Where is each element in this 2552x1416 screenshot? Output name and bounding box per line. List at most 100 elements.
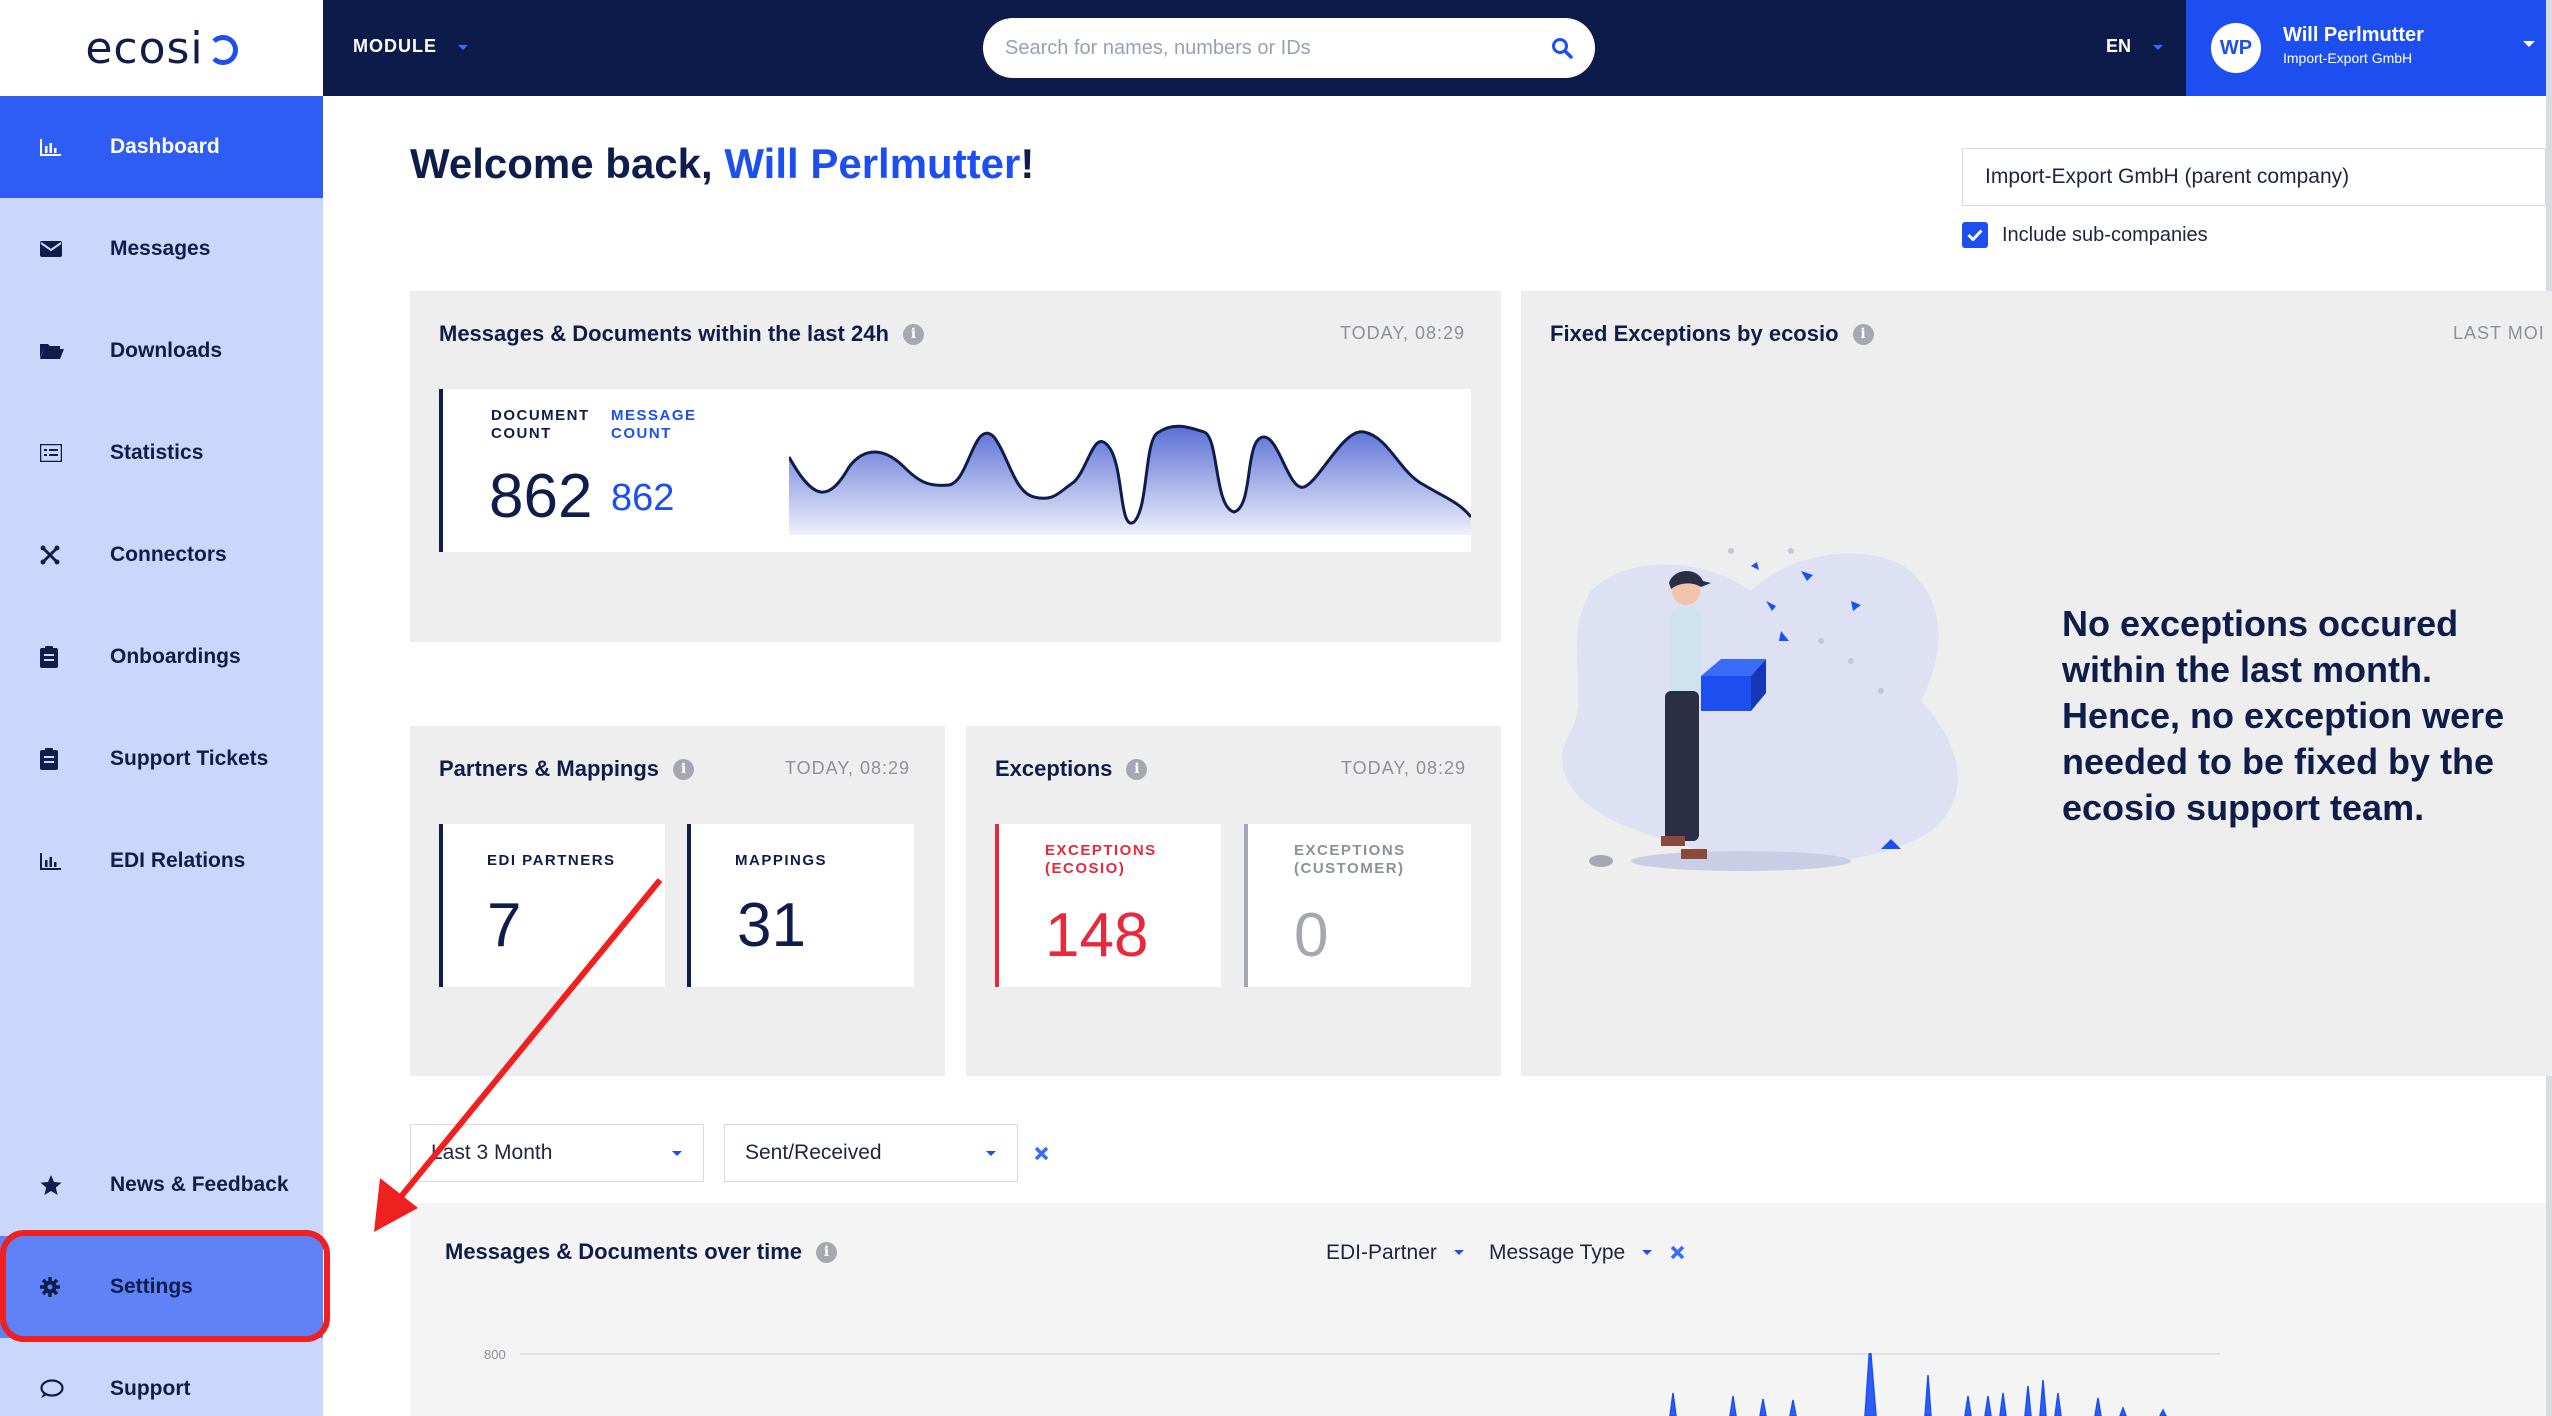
search-input[interactable]: Search for names, numbers or IDs	[1005, 37, 1551, 60]
envelope-icon	[0, 241, 110, 257]
info-icon[interactable]: i	[1852, 323, 1874, 345]
sidebar-item-label: Messages	[110, 237, 211, 260]
fixed-exceptions-card: Fixed Exceptions by ecosio i LAST MOI No …	[1521, 291, 2552, 1076]
card-title: Exceptions i	[995, 756, 1148, 782]
sidebar-item-support[interactable]: Support	[0, 1338, 323, 1416]
connector-icon	[0, 545, 110, 565]
card-timestamp: TODAY, 08:29	[785, 758, 911, 778]
checkbox-checked-icon[interactable]	[1962, 222, 1988, 248]
search-icon[interactable]	[1551, 37, 1573, 59]
sidebar-item-connectors[interactable]: Connectors	[0, 504, 323, 606]
avatar[interactable]: WP	[2211, 23, 2261, 73]
sparkline-24h	[789, 424, 1471, 535]
card-title: Partners & Mappings i	[439, 756, 695, 782]
card-timestamp: TODAY, 08:29	[1340, 323, 1466, 343]
sidebar-item-label: Support Tickets	[110, 747, 269, 770]
document-count-label: DOCUMENT COUNT	[491, 407, 590, 442]
info-icon[interactable]: i	[902, 323, 924, 345]
card-title: Fixed Exceptions by ecosio i	[1550, 321, 1874, 347]
info-icon[interactable]: i	[1126, 758, 1148, 780]
direction-dropdown[interactable]: Sent/Received	[724, 1124, 1018, 1182]
sidebar-item-dashboard[interactable]: Dashboard	[0, 96, 323, 198]
user-name: Will Perlmutter	[2283, 24, 2424, 46]
tile-accent-bar	[1244, 824, 1248, 987]
sidebar-item-edi-relations[interactable]: EDI Relations	[0, 810, 323, 912]
clipboard-icon	[0, 646, 110, 668]
clear-filters-icon[interactable]	[1034, 1146, 1049, 1161]
card-title: Messages & Documents within the last 24h…	[439, 321, 924, 347]
card-title: Messages & Documents over time i	[445, 1239, 838, 1265]
edi-partner-filter[interactable]: EDI-Partner	[1326, 1241, 1465, 1265]
person-with-box-illustration	[1562, 548, 1958, 871]
sidebar-item-news-feedback[interactable]: News & Feedback	[0, 1134, 323, 1236]
document-count-value: 862	[489, 462, 593, 531]
tile-accent-bar	[439, 389, 443, 552]
sidebar-item-label: Connectors	[110, 543, 227, 566]
sidebar-item-onboardings[interactable]: Onboardings	[0, 606, 323, 708]
page-title: Welcome back, Will Perlmutter!	[410, 140, 1035, 187]
sidebar: ecosi Dashboard Messages Downloads Stati…	[0, 0, 323, 1416]
chat-bubble-icon	[0, 1379, 110, 1399]
caret-down-icon	[1642, 1250, 1653, 1255]
sidebar-item-statistics[interactable]: Statistics	[0, 402, 323, 504]
message-count-tile: DOCUMENT COUNT MESSAGE COUNT 862 862	[439, 389, 1471, 552]
caret-down-icon	[2153, 45, 2164, 50]
exceptions-ecosio-tile[interactable]: EXCEPTIONS (ECOSIO) 148	[995, 824, 1221, 987]
exceptions-customer-tile[interactable]: EXCEPTIONS (CUSTOMER) 0	[1244, 824, 1471, 987]
checkbox-label: Include sub-companies	[2002, 223, 2208, 246]
tile-accent-bar	[687, 824, 691, 987]
settings-highlight-ring	[0, 1230, 330, 1342]
sidebar-item-label: Downloads	[110, 339, 223, 362]
company-select[interactable]: Import-Export GmbH (parent company)	[1962, 148, 2546, 206]
exceptions-ecosio-label: EXCEPTIONS (ECOSIO)	[1045, 842, 1157, 877]
sidebar-item-label: Support	[110, 1377, 191, 1400]
exceptions-card: Exceptions i TODAY, 08:29 EXCEPTIONS (ECOS…	[966, 726, 1501, 1076]
ecosio-logo[interactable]: ecosi	[0, 0, 323, 96]
top-bar: MODULE Search for names, numbers or IDs …	[323, 0, 2552, 96]
caret-down-icon	[986, 1151, 996, 1156]
exceptions-ecosio-value: 148	[1045, 901, 1149, 970]
clear-chart-filters-icon[interactable]	[1670, 1245, 1685, 1260]
card-timestamp: LAST MOI	[2453, 323, 2545, 343]
exceptions-customer-value: 0	[1294, 901, 1329, 970]
mappings-label: MAPPINGS	[735, 852, 828, 869]
sidebar-item-label: News & Feedback	[110, 1173, 289, 1196]
bar-chart-icon	[0, 138, 110, 156]
language-selector[interactable]: EN	[2106, 36, 2164, 57]
caret-down-icon	[1453, 1250, 1464, 1255]
message-count-value: 862	[611, 477, 675, 519]
folder-icon	[0, 342, 110, 360]
edi-partners-label: EDI PARTNERS	[487, 852, 616, 869]
user-menu[interactable]: WP Will Perlmutter Import-Export GmbH	[2186, 0, 2552, 96]
caret-down-icon	[458, 45, 469, 50]
star-icon	[0, 1174, 110, 1196]
sidebar-item-label: Onboardings	[110, 645, 241, 668]
messages-over-time-card: Messages & Documents over time i EDI-Part…	[410, 1203, 2546, 1416]
sidebar-item-label: Dashboard	[110, 135, 220, 158]
messages-over-time-chart	[520, 1353, 2220, 1416]
card-timestamp: TODAY, 08:29	[1341, 758, 1467, 778]
ticket-icon	[0, 748, 110, 770]
info-icon[interactable]: i	[673, 758, 695, 780]
list-icon	[0, 444, 110, 462]
sidebar-item-support-tickets[interactable]: Support Tickets	[0, 708, 323, 810]
module-dropdown[interactable]: MODULE	[353, 36, 469, 57]
message-type-filter[interactable]: Message Type	[1489, 1241, 1653, 1265]
sidebar-item-downloads[interactable]: Downloads	[0, 300, 323, 402]
no-exceptions-message: No exceptions occured within the last mo…	[2062, 603, 2505, 828]
mappings-tile[interactable]: MAPPINGS 31	[687, 824, 914, 987]
sidebar-item-messages[interactable]: Messages	[0, 198, 323, 300]
sidebar-item-label: EDI Relations	[110, 849, 246, 872]
search-box[interactable]: Search for names, numbers or IDs	[983, 18, 1595, 78]
include-sub-companies-checkbox[interactable]: Include sub-companies	[1962, 222, 2208, 248]
user-company: Import-Export GmbH	[2283, 50, 2413, 66]
message-count-label: MESSAGE COUNT	[611, 407, 697, 442]
sidebar-item-label: Statistics	[110, 441, 204, 464]
messages-24h-card: Messages & Documents within the last 24h…	[410, 291, 1501, 642]
bar-chart-icon	[0, 852, 110, 870]
mappings-value: 31	[737, 891, 806, 960]
annotation-arrow	[374, 878, 663, 1232]
info-icon[interactable]: i	[816, 1241, 838, 1263]
tile-accent-bar	[995, 824, 999, 987]
caret-down-icon[interactable]	[2522, 40, 2536, 49]
